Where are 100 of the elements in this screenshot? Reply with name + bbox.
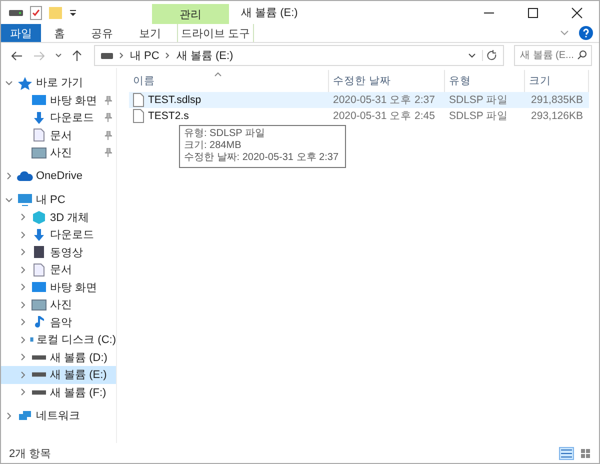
desktop-icon <box>31 93 47 108</box>
nav-label: 사진 <box>50 298 72 312</box>
nav-label: 동영상 <box>50 246 83 260</box>
nav-item[interactable]: 새 볼륨 (F:) <box>1 384 116 401</box>
nav-item[interactable]: 바로 가기 <box>1 74 116 92</box>
nav-item[interactable]: 문서 <box>1 261 116 278</box>
pc-icon <box>17 192 33 207</box>
expand-icon[interactable] <box>19 213 27 222</box>
expand-icon[interactable] <box>19 283 27 292</box>
up-icon[interactable] <box>72 50 82 62</box>
nav-item[interactable]: 네트워크 <box>1 407 116 424</box>
nav-item[interactable]: 문서 <box>1 126 116 144</box>
properties-icon[interactable] <box>30 6 42 20</box>
expand-icon[interactable] <box>19 388 27 396</box>
drive-icon <box>101 52 113 58</box>
download-icon <box>31 228 47 242</box>
search-icon <box>577 50 587 60</box>
video-icon <box>31 245 47 260</box>
nav-item[interactable]: OneDrive <box>1 168 116 185</box>
pin-icon[interactable] <box>104 148 112 158</box>
modified-date: 2020-05-31 오후 2:37 <box>332 93 436 107</box>
large-icons-view-icon[interactable] <box>580 448 591 458</box>
file-icon <box>133 109 144 123</box>
nav-item[interactable]: 사진 <box>1 296 116 314</box>
breadcrumb[interactable]: 새 볼륨 (E:) <box>176 48 234 63</box>
pin-icon[interactable] <box>104 96 112 105</box>
expand-icon[interactable] <box>19 248 27 256</box>
recent-icon[interactable] <box>55 53 62 58</box>
address-bar[interactable]: 내 PC 새 볼륨 (E:) <box>94 45 504 66</box>
expand-icon[interactable] <box>19 370 27 379</box>
nav-item[interactable]: 바탕 화면 <box>1 278 116 296</box>
breadcrumb-separator-icon <box>165 52 170 59</box>
expand-icon[interactable] <box>19 300 27 309</box>
nav-item[interactable]: 바탕 화면 <box>1 92 116 109</box>
modified-date: 2020-05-31 오후 2:45 <box>332 109 436 123</box>
nav-label: 다운로드 <box>50 228 94 242</box>
pin-icon[interactable] <box>104 113 112 122</box>
file-type: SDLSP 파일 <box>448 93 510 107</box>
file-row[interactable]: TEST2.s 2020-05-31 오후 2:45 SDLSP 파일 293,126KB <box>129 108 589 124</box>
drive-icon <box>31 390 47 395</box>
tooltip-line: 유형: SDLSP 파일 <box>184 128 266 140</box>
chevron-icon[interactable] <box>560 30 569 36</box>
nav-item[interactable]: 로컬 디스크 (C:) <box>1 331 116 348</box>
desktop-icon <box>31 280 47 294</box>
breadcrumb[interactable]: 내 PC <box>130 48 160 63</box>
star-icon <box>17 76 33 90</box>
nav-label: OneDrive <box>36 170 82 182</box>
tooltip-line: 크기: 284MB <box>184 140 242 152</box>
context-tab-header: 관리 <box>152 4 229 24</box>
dropdown-icon[interactable] <box>468 53 476 58</box>
search-field[interactable]: 새 볼륨 (E... <box>514 45 592 66</box>
expand-icon[interactable] <box>19 353 27 362</box>
nav-item[interactable]: 새 볼륨 (D:) <box>1 348 116 366</box>
refresh-icon[interactable] <box>482 50 497 61</box>
picture-icon <box>31 146 47 160</box>
back-icon[interactable] <box>11 50 23 60</box>
nav-label: 사진 <box>50 146 72 160</box>
ribbon-tab[interactable]: 파일 <box>1 24 41 42</box>
document-icon <box>31 262 47 277</box>
file-size: 291,835KB <box>530 94 584 106</box>
file-size: 293,126KB <box>530 110 584 122</box>
nav-label: 네트워크 <box>36 409 80 424</box>
nav-item[interactable]: 음악 <box>1 314 116 331</box>
ribbon-tab[interactable]: 드라이브 도구 <box>177 24 254 42</box>
close-icon[interactable] <box>571 6 583 18</box>
expand-icon[interactable] <box>19 336 27 344</box>
details-view-icon[interactable] <box>559 446 574 460</box>
network-icon <box>17 408 33 423</box>
drive-icon <box>31 372 47 378</box>
nav-item[interactable]: 3D 개체 <box>1 208 116 226</box>
drive-icon[interactable] <box>9 8 23 16</box>
nav-item[interactable]: 내 PC <box>1 191 116 208</box>
ribbon-tab[interactable]: 공유 <box>78 24 126 42</box>
ribbon-tab[interactable]: 홈 <box>41 24 78 42</box>
help-icon[interactable] <box>579 26 593 40</box>
download-icon <box>31 110 47 125</box>
nav-item[interactable]: 사진 <box>1 144 116 162</box>
dropdown-icon[interactable] <box>69 8 77 16</box>
nav-label: 음악 <box>50 316 72 330</box>
maximize-icon[interactable] <box>527 6 539 18</box>
nav-item[interactable]: 다운로드 <box>1 226 116 244</box>
nav-label: 다운로드 <box>50 111 94 126</box>
ribbon-tab[interactable]: 보기 <box>126 24 174 42</box>
nav-item[interactable]: 새 볼륨 (E:) <box>1 366 116 384</box>
expand-icon[interactable] <box>5 172 13 180</box>
nav-item[interactable]: 다운로드 <box>1 109 116 126</box>
expand-icon[interactable] <box>5 412 13 420</box>
pin-icon[interactable] <box>104 130 112 140</box>
cube-icon <box>31 210 47 224</box>
nav-label: 문서 <box>50 128 72 143</box>
file-row[interactable]: TEST.sdlsp 2020-05-31 오후 2:37 SDLSP 파일 291,835KB <box>129 92 589 108</box>
expand-icon[interactable] <box>19 318 27 326</box>
nav-item[interactable]: 동영상 <box>1 244 116 261</box>
nav-label: 새 볼륨 (E:) <box>50 368 107 382</box>
collapse-icon[interactable] <box>5 78 13 87</box>
collapse-icon[interactable] <box>5 196 13 204</box>
expand-icon[interactable] <box>19 266 27 274</box>
nav-label: 새 볼륨 (D:) <box>50 350 108 365</box>
file-name: TEST.sdlsp <box>148 94 202 106</box>
expand-icon[interactable] <box>19 230 27 239</box>
